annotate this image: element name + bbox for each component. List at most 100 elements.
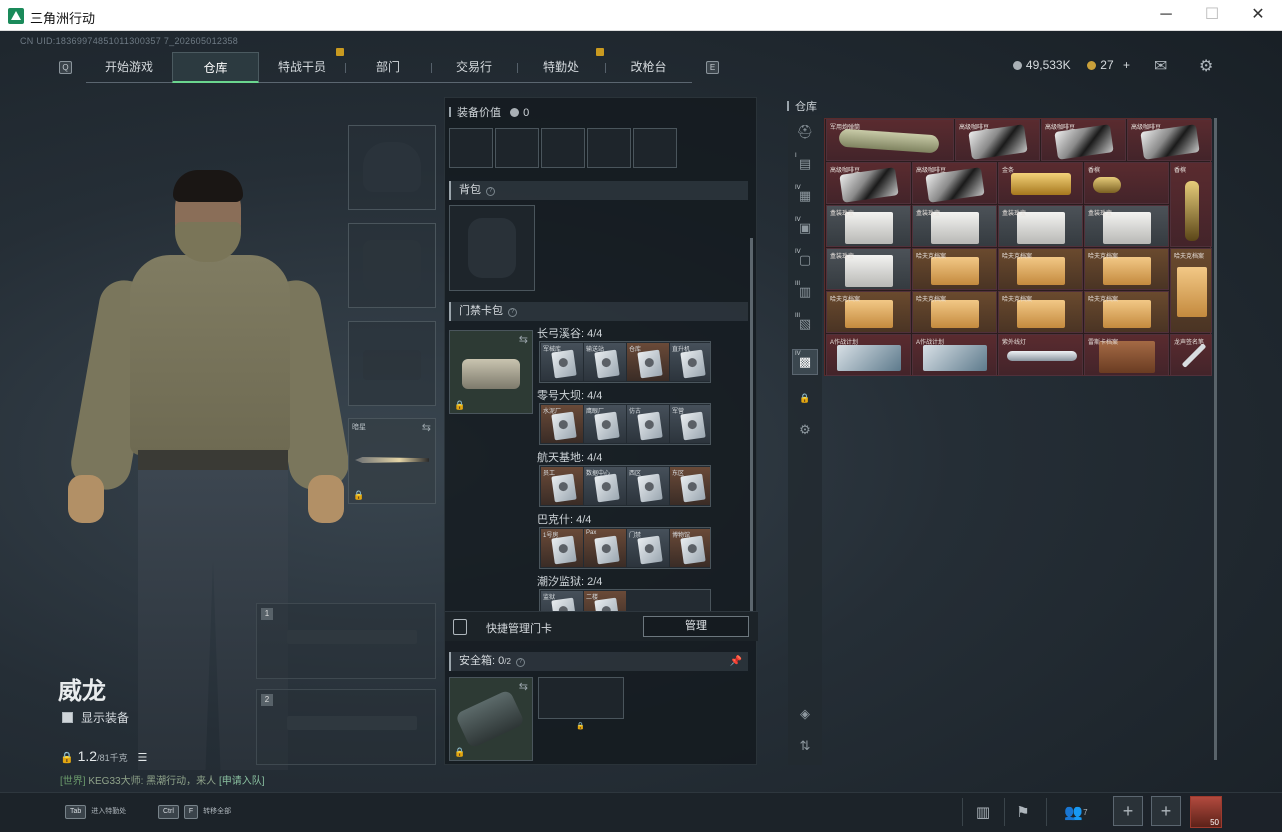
stash-item[interactable]: 高级咖啡豆: [1127, 119, 1212, 161]
stash-item[interactable]: 盒装珠宝: [826, 205, 911, 247]
minimize-button[interactable]: ─: [1143, 0, 1189, 31]
stash-item[interactable]: 紫外线灯: [998, 334, 1083, 376]
primary-weapon-slot[interactable]: 1: [256, 603, 436, 679]
keycard-item[interactable]: 军械库: [541, 343, 583, 381]
stash-tab-6[interactable]: III ▧: [792, 311, 818, 337]
stash-tab-1[interactable]: I ▤: [792, 151, 818, 177]
mail-icon[interactable]: ✉: [1154, 56, 1167, 76]
keycard-item[interactable]: 输送站: [584, 343, 626, 381]
tab-operators[interactable]: 特战干员: [259, 52, 345, 83]
flag-icon[interactable]: ⚑: [1008, 800, 1038, 826]
enter-special-ops-hint[interactable]: Tab 进入特勤处: [65, 803, 126, 823]
sort-icon[interactable]: ⇅: [792, 733, 818, 759]
melee-slot[interactable]: 暗星 ⇆ 🔒: [348, 418, 436, 504]
chest-rig-slot[interactable]: [495, 128, 539, 168]
safebox-inner-slot[interactable]: [538, 677, 624, 719]
stash-tab-locked[interactable]: 🔒: [792, 385, 818, 411]
nav-prev-key[interactable]: Q: [59, 61, 72, 74]
chest-rig-slot[interactable]: [587, 128, 631, 168]
stash-item[interactable]: 金条: [998, 162, 1083, 204]
checkbox-icon[interactable]: [62, 712, 73, 723]
friends-icon[interactable]: 👥7: [1056, 800, 1096, 826]
stash-item[interactable]: 哈夫克档案: [912, 248, 997, 290]
tab-gunsmith[interactable]: 改枪台: [605, 52, 692, 83]
keycard-item[interactable]: 员工: [541, 467, 583, 505]
stash-item[interactable]: 军用炮弹筒: [826, 119, 954, 161]
keycard-item[interactable]: 仿古: [627, 405, 669, 443]
stash-item[interactable]: A作战计划: [912, 334, 997, 376]
keycard-item[interactable]: 博物馆: [670, 529, 710, 567]
stash-item[interactable]: 盒装珠宝: [826, 248, 911, 290]
keycard-item[interactable]: 西区: [627, 467, 669, 505]
tab-market[interactable]: 交易行: [431, 52, 517, 83]
keycard-item[interactable]: 军营: [670, 405, 710, 443]
tab-special-ops[interactable]: 特勤处: [517, 52, 605, 83]
stash-item[interactable]: 高级咖啡豆: [826, 162, 911, 204]
swap-icon[interactable]: ⇆: [422, 421, 431, 434]
layers-icon[interactable]: ◈: [792, 701, 818, 727]
stash-item[interactable]: 香槟: [1084, 162, 1169, 204]
stash-item[interactable]: 哈夫克档案: [998, 291, 1083, 333]
list-icon[interactable]: ☰: [137, 752, 147, 764]
invite-slot-button[interactable]: +: [1151, 796, 1181, 826]
stash-item[interactable]: 香槟: [1170, 162, 1212, 247]
backpack-slot[interactable]: [449, 205, 535, 291]
stash-item[interactable]: A作战计划: [826, 334, 911, 376]
panel-scrollbar[interactable]: [750, 238, 753, 618]
swap-icon[interactable]: ⇆: [519, 680, 528, 693]
help-icon[interactable]: ?: [486, 187, 495, 196]
keycard-item[interactable]: 门禁: [627, 529, 669, 567]
nav-next-key[interactable]: E: [706, 61, 719, 74]
secondary-weapon-slot[interactable]: 2: [256, 689, 436, 765]
keycard-item[interactable]: 东区: [670, 467, 710, 505]
stash-item[interactable]: 哈夫克档案: [1084, 291, 1169, 333]
keycard-item[interactable]: 仓库: [627, 343, 669, 381]
keycard-item[interactable]: 水泥厂: [541, 405, 583, 443]
stash-item[interactable]: 高级咖啡豆: [912, 162, 997, 204]
gear-icon[interactable]: ⚙: [792, 417, 818, 443]
stash-item[interactable]: 雷斯卡档案: [1084, 334, 1169, 376]
stash-item[interactable]: 哈夫克档案: [826, 291, 911, 333]
armor-slot[interactable]: [348, 223, 436, 308]
stash-item[interactable]: 哈夫克档案: [998, 248, 1083, 290]
stash-item[interactable]: 盒装珠宝: [1084, 205, 1169, 247]
invite-slot-button[interactable]: +: [1113, 796, 1143, 826]
avatar[interactable]: 50: [1190, 796, 1222, 828]
stash-tab-3[interactable]: IV ▣: [792, 215, 818, 241]
stash-item[interactable]: 哈夫克档案: [1170, 248, 1212, 333]
keycard-item[interactable]: Pax: [584, 529, 626, 567]
stash-item[interactable]: 哈夫克档案: [912, 291, 997, 333]
stash-item[interactable]: 哈夫克档案: [1084, 248, 1169, 290]
stash-item[interactable]: 高级咖啡豆: [1041, 119, 1126, 161]
stash-tab-active[interactable]: IV ▩: [792, 349, 818, 375]
stash-item[interactable]: 龙声签名笔: [1170, 334, 1212, 376]
stash-item[interactable]: 盒装珠宝: [912, 205, 997, 247]
swap-icon[interactable]: ⇆: [519, 333, 528, 346]
stash-item[interactable]: 高级咖啡豆: [955, 119, 1040, 161]
chat-message[interactable]: [世界] KEG33大师: 黑潮行动，来人 [申请入队]: [60, 772, 265, 787]
add-currency-button[interactable]: +: [1123, 58, 1130, 72]
pistol-slot[interactable]: [348, 321, 436, 406]
join-team-link[interactable]: [申请入队]: [219, 776, 265, 787]
keycard-item[interactable]: 数据中心: [584, 467, 626, 505]
tab-start-game[interactable]: 开始游戏: [86, 52, 172, 83]
safebox-slot[interactable]: ⇆ 🔒: [449, 677, 533, 761]
pin-icon[interactable]: 📌: [730, 652, 742, 671]
keycard-item[interactable]: 鹰眼厂: [584, 405, 626, 443]
stash-item[interactable]: 盒装珠宝: [998, 205, 1083, 247]
tab-department[interactable]: 部门: [345, 52, 431, 83]
stash-tab-2[interactable]: IV ▦: [792, 183, 818, 209]
chest-rig-slot[interactable]: [541, 128, 585, 168]
keycard-item[interactable]: 1号房: [541, 529, 583, 567]
chest-rig-slot[interactable]: [633, 128, 677, 168]
helmet-slot[interactable]: [348, 125, 436, 210]
help-icon[interactable]: ?: [508, 308, 517, 317]
stash-tab-4[interactable]: IV ▢: [792, 247, 818, 273]
stash-tab-5[interactable]: III ▥: [792, 279, 818, 305]
manage-button[interactable]: 管理: [643, 616, 749, 637]
tab-warehouse[interactable]: 仓库: [172, 52, 259, 83]
gear-icon[interactable]: ⚙: [1199, 56, 1213, 76]
keycard-case-slot[interactable]: ⇆ 🔒: [449, 330, 533, 414]
help-icon[interactable]: ?: [515, 658, 525, 667]
chest-rig-slot[interactable]: [449, 128, 493, 168]
